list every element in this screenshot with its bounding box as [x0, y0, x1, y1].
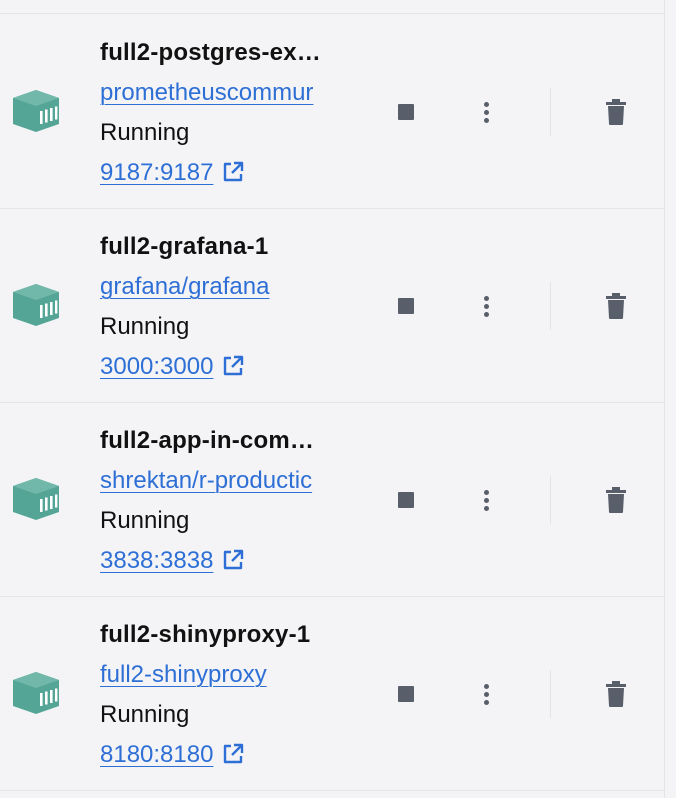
container-row: full2-postgres-ex… prometheuscommur Runn…	[0, 14, 664, 209]
trash-icon[interactable]	[596, 286, 636, 326]
container-info: full2-grafana-1 grafana/grafana Running …	[100, 227, 358, 387]
stop-icon	[398, 686, 414, 702]
container-info: full2-app-in-com… shrektan/r-productic R…	[100, 421, 358, 581]
container-row: full2-shinyproxy-1 full2-shinyproxy Runn…	[0, 596, 664, 791]
container-status: Running	[100, 313, 190, 340]
more-vertical-icon	[484, 684, 489, 689]
port-mapping: 9187:9187	[100, 153, 358, 193]
container-icon	[13, 284, 59, 326]
containers-list: full2-postgres-ex… prometheuscommur Runn…	[0, 0, 665, 798]
more-vertical-icon	[484, 296, 489, 301]
port-mapping: 3838:3838	[100, 541, 358, 581]
actions-divider	[550, 282, 551, 330]
container-icon	[13, 478, 59, 520]
container-image-link[interactable]: grafana/grafana	[100, 267, 358, 307]
container-status: Running	[100, 507, 190, 534]
port-mapping: 3000:3000	[100, 347, 358, 387]
container-info: full2-postgres-ex… prometheuscommur Runn…	[100, 33, 358, 193]
container-image-link[interactable]: shrektan/r-productic	[100, 461, 358, 501]
trash-icon[interactable]	[596, 480, 636, 520]
open-external-icon[interactable]	[221, 354, 245, 378]
port-link[interactable]: 9187:9187	[100, 159, 213, 186]
container-name: full2-grafana-1	[100, 233, 269, 260]
container-row: full2-app-in-com… shrektan/r-productic R…	[0, 402, 664, 597]
container-image-link[interactable]: prometheuscommur	[100, 73, 358, 113]
container-name: full2-app-in-com…	[100, 427, 315, 454]
more-vertical-icon	[484, 102, 489, 107]
stop-button[interactable]	[386, 674, 426, 714]
actions-divider	[550, 88, 551, 136]
more-actions-button[interactable]	[466, 674, 506, 714]
stop-button[interactable]	[386, 92, 426, 132]
trash-icon[interactable]	[596, 92, 636, 132]
stop-icon	[398, 104, 414, 120]
more-actions-button[interactable]	[466, 92, 506, 132]
port-link[interactable]: 3838:3838	[100, 547, 213, 574]
stop-button[interactable]	[386, 286, 426, 326]
more-vertical-icon	[484, 490, 489, 495]
open-external-icon[interactable]	[221, 742, 245, 766]
port-link[interactable]: 3000:3000	[100, 353, 213, 380]
more-actions-button[interactable]	[466, 286, 506, 326]
container-name: full2-postgres-ex…	[100, 39, 321, 66]
container-status: Running	[100, 701, 190, 728]
container-icon	[13, 90, 59, 132]
container-status: Running	[100, 119, 190, 146]
actions-divider	[550, 476, 551, 524]
container-name: full2-shinyproxy-1	[100, 621, 311, 648]
container-row: full2-grafana-1 grafana/grafana Running …	[0, 208, 664, 403]
stop-icon	[398, 298, 414, 314]
stop-icon	[398, 492, 414, 508]
container-image-link[interactable]: full2-shinyproxy	[100, 655, 358, 695]
open-external-icon[interactable]	[221, 548, 245, 572]
container-icon	[13, 672, 59, 714]
actions-divider	[550, 670, 551, 718]
port-mapping: 8180:8180	[100, 735, 358, 775]
open-external-icon[interactable]	[221, 160, 245, 184]
more-actions-button[interactable]	[466, 480, 506, 520]
trash-icon[interactable]	[596, 674, 636, 714]
port-link[interactable]: 8180:8180	[100, 741, 213, 768]
stop-button[interactable]	[386, 480, 426, 520]
container-info: full2-shinyproxy-1 full2-shinyproxy Runn…	[100, 615, 358, 775]
